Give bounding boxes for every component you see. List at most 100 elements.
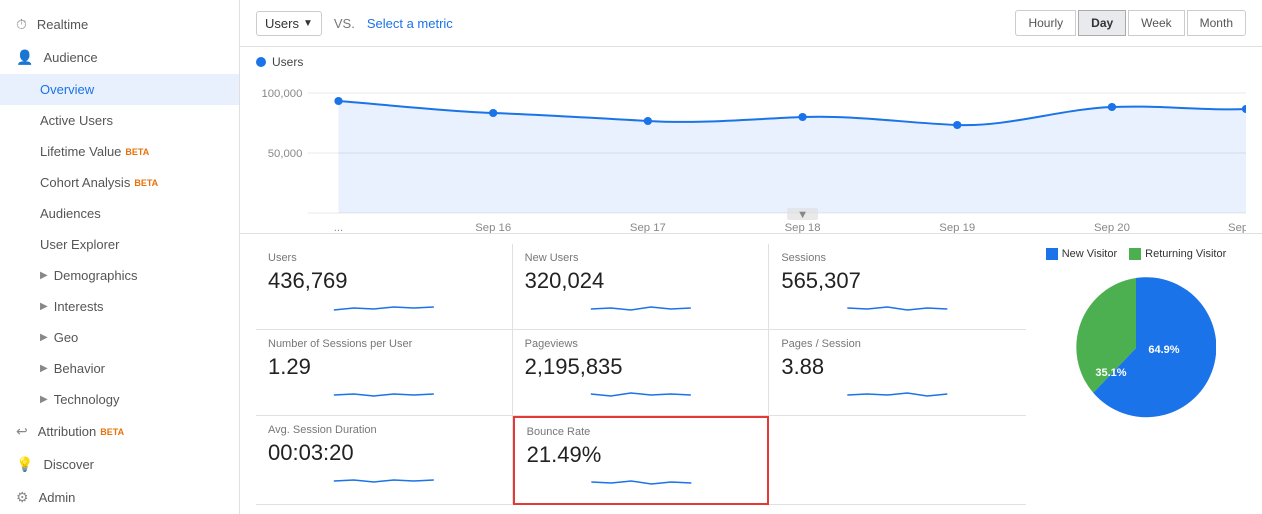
hourly-button[interactable]: Hourly [1015, 10, 1076, 36]
svg-text:Sep 17: Sep 17 [630, 222, 666, 233]
select-metric-link[interactable]: Select a metric [367, 16, 453, 31]
svg-text:100,000: 100,000 [261, 88, 302, 100]
svg-text:Sep 18: Sep 18 [785, 222, 821, 233]
realtime-icon: ⏱ [16, 16, 27, 33]
sidebar-item-label: Geo [54, 330, 79, 345]
pie-svg: 64.9% 35.1% [1056, 268, 1216, 428]
sparkline [525, 298, 757, 318]
sidebar-item-attribution[interactable]: ↩ Attribution BETA [0, 415, 239, 448]
expand-icon: ▶ [40, 301, 48, 312]
stat-new-users: New Users 320,024 [513, 244, 770, 330]
sidebar-item-discover[interactable]: 💡 Discover [0, 448, 239, 481]
attribution-icon: ↩ [16, 423, 28, 440]
stat-empty [769, 416, 1026, 505]
sidebar-item-technology[interactable]: ▶ Technology [0, 384, 239, 415]
sidebar-item-label: Realtime [37, 17, 88, 32]
sidebar-item-interests[interactable]: ▶ Interests [0, 291, 239, 322]
sidebar-item-cohort-analysis[interactable]: Cohort Analysis BETA [0, 167, 239, 198]
sparkline [781, 298, 1014, 318]
sidebar-item-label: Behavior [54, 361, 105, 376]
sidebar-item-label: Lifetime Value [40, 144, 121, 159]
sparkline [781, 384, 1014, 404]
new-visitor-color [1046, 248, 1058, 260]
stat-avg-session-duration: Avg. Session Duration 00:03:20 [256, 416, 513, 505]
month-button[interactable]: Month [1187, 10, 1246, 36]
sidebar-item-audience[interactable]: 👤 Audience [0, 41, 239, 74]
stat-users: Users 436,769 [256, 244, 513, 330]
sidebar-item-user-explorer[interactable]: User Explorer [0, 229, 239, 260]
sidebar-item-label: Audiences [40, 206, 101, 221]
metric-label: Users [265, 16, 299, 31]
beta-badge: BETA [100, 427, 124, 437]
stat-value: 565,307 [781, 268, 1014, 294]
sparkline [268, 384, 500, 404]
admin-icon: ⚙ [16, 489, 29, 506]
stats-grid: Users 436,769 New Users 320,024 Sessions… [256, 244, 1026, 504]
sidebar-item-admin[interactable]: ⚙ Admin [0, 481, 239, 514]
stat-label: Bounce Rate [527, 426, 756, 438]
expand-icon: ▶ [40, 363, 48, 374]
audience-icon: 👤 [16, 49, 33, 66]
chart-legend: Users [256, 55, 1246, 69]
stat-value: 436,769 [268, 268, 500, 294]
day-button[interactable]: Day [1078, 10, 1126, 36]
time-period-buttons: Hourly Day Week Month [1015, 10, 1246, 36]
returning-visitor-color [1129, 248, 1141, 260]
sidebar-item-demographics[interactable]: ▶ Demographics [0, 260, 239, 291]
sparkline [268, 298, 500, 318]
sidebar-item-label: Discover [43, 457, 94, 472]
metric-select[interactable]: Users ▼ [256, 11, 322, 36]
stat-value: 320,024 [525, 268, 757, 294]
sparkline [268, 470, 500, 490]
content-area: Users 100,000 50,000 [240, 47, 1262, 514]
sidebar-item-audiences[interactable]: Audiences [0, 198, 239, 229]
sidebar-item-label: Technology [54, 392, 120, 407]
returning-pct-label: 35.1% [1095, 367, 1126, 379]
stat-sessions-per-user: Number of Sessions per User 1.29 [256, 330, 513, 416]
sidebar-item-label: Audience [43, 50, 97, 65]
svg-text:...: ... [334, 222, 343, 233]
dropdown-arrow-icon: ▼ [303, 18, 313, 29]
stat-value: 00:03:20 [268, 440, 500, 466]
sidebar-item-active-users[interactable]: Active Users [0, 105, 239, 136]
stat-sessions: Sessions 565,307 [769, 244, 1026, 330]
stat-label: Avg. Session Duration [268, 424, 500, 436]
sidebar-item-label: Cohort Analysis [40, 175, 130, 190]
stat-value: 21.49% [527, 442, 756, 468]
sidebar-item-realtime[interactable]: ⏱ Realtime [0, 8, 239, 41]
sidebar: ⏱ Realtime 👤 Audience Overview Active Us… [0, 0, 240, 514]
chart-svg: 100,000 50,000 ... Sep [256, 73, 1246, 233]
svg-text:Sep 16: Sep 16 [475, 222, 511, 233]
expand-icon: ▶ [40, 332, 48, 343]
week-button[interactable]: Week [1128, 10, 1184, 36]
stat-pages-per-session: Pages / Session 3.88 [769, 330, 1026, 416]
sidebar-item-overview[interactable]: Overview [0, 74, 239, 105]
sidebar-item-label: Interests [54, 299, 104, 314]
stat-label: Pages / Session [781, 338, 1014, 350]
stat-label: Number of Sessions per User [268, 338, 500, 350]
svg-text:▼: ▼ [797, 209, 808, 221]
pie-legend: New Visitor Returning Visitor [1046, 248, 1227, 260]
stat-bounce-rate: Bounce Rate 21.49% [513, 416, 770, 505]
sidebar-item-label: User Explorer [40, 237, 119, 252]
sidebar-item-label: Overview [40, 82, 94, 97]
stat-label: Sessions [781, 252, 1014, 264]
sidebar-item-geo[interactable]: ▶ Geo [0, 322, 239, 353]
chart-section: Users 100,000 50,000 [240, 47, 1262, 234]
svg-text:Sep 20: Sep 20 [1094, 222, 1130, 233]
sidebar-item-behavior[interactable]: ▶ Behavior [0, 353, 239, 384]
new-visitor-label: New Visitor [1062, 248, 1117, 260]
sidebar-item-label: Attribution [38, 424, 97, 439]
stats-section: Users 436,769 New Users 320,024 Sessions… [240, 234, 1262, 514]
sidebar-item-lifetime-value[interactable]: Lifetime Value BETA [0, 136, 239, 167]
sidebar-item-label: Active Users [40, 113, 113, 128]
stat-label: Users [268, 252, 500, 264]
stat-label: Pageviews [525, 338, 757, 350]
new-pct-label: 64.9% [1148, 344, 1179, 356]
sidebar-item-label: Demographics [54, 268, 138, 283]
stat-label: New Users [525, 252, 757, 264]
legend-dot [256, 57, 266, 67]
returning-visitor-label: Returning Visitor [1145, 248, 1226, 260]
sidebar-item-label: Admin [39, 490, 76, 505]
pie-legend-new-visitor: New Visitor [1046, 248, 1117, 260]
